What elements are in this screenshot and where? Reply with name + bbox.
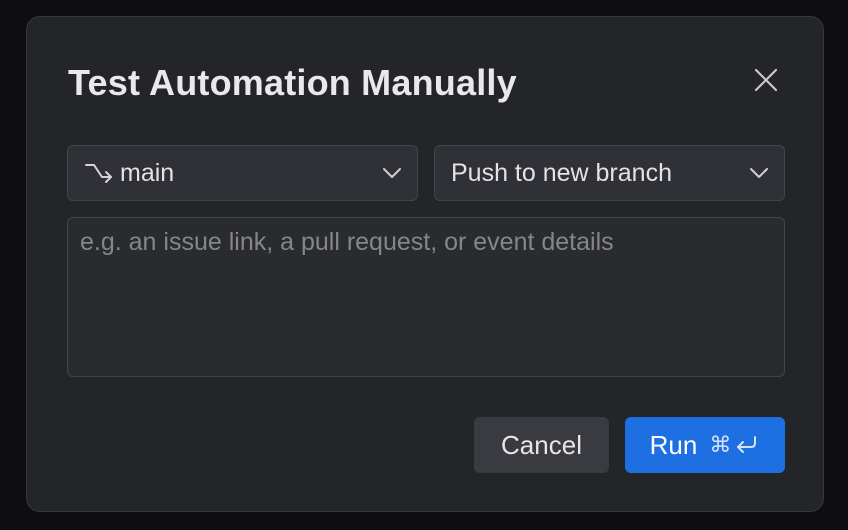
branch-select[interactable]: main	[67, 145, 418, 201]
return-key-icon	[737, 436, 757, 453]
close-button[interactable]	[749, 63, 783, 97]
close-icon	[754, 68, 778, 92]
cancel-button[interactable]: Cancel	[474, 417, 609, 473]
run-button[interactable]: Run ⌘	[625, 417, 785, 473]
run-button-label: Run	[649, 429, 698, 460]
branch-select-value: main	[120, 158, 175, 187]
chevron-down-icon	[748, 162, 770, 184]
trigger-event-select[interactable]: Push to new branch	[434, 145, 785, 201]
run-shortcut: ⌘	[709, 433, 760, 458]
event-details-input[interactable]	[67, 217, 785, 377]
chevron-down-icon	[381, 162, 403, 184]
cancel-button-label: Cancel	[501, 429, 582, 460]
command-key-icon: ⌘	[709, 432, 732, 458]
dialog-title: Test Automation Manually	[68, 62, 517, 103]
git-branch-icon	[84, 160, 114, 186]
test-automation-dialog: Test Automation Manually main Push to ne…	[26, 16, 824, 512]
trigger-event-select-value: Push to new branch	[451, 158, 672, 187]
